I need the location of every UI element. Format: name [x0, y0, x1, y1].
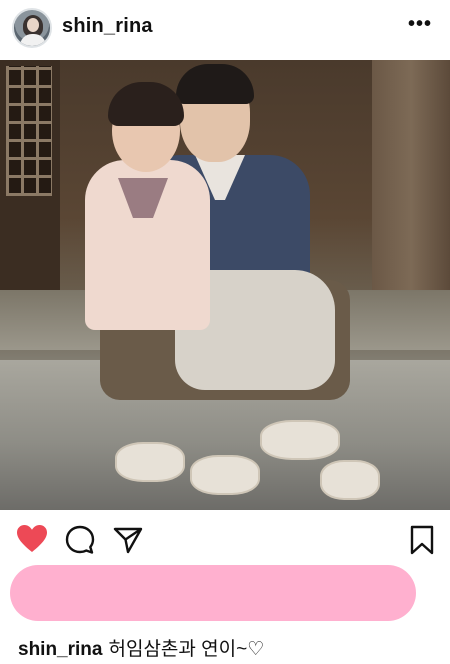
post-username[interactable]: shin_rina [62, 15, 153, 38]
caption-text: 허임삼촌과 연이~♡ [108, 639, 265, 660]
caption-username[interactable]: shin_rina [18, 639, 102, 660]
post-photo[interactable] [0, 60, 450, 510]
comment-icon[interactable] [64, 524, 96, 556]
action-bar [0, 520, 450, 560]
more-options-icon[interactable]: ••• [408, 14, 432, 34]
post-header: shin_rina ••• [0, 0, 450, 56]
share-icon[interactable] [112, 524, 144, 556]
avatar[interactable] [12, 8, 52, 48]
window-lattice [6, 66, 52, 196]
likes-redaction [10, 565, 416, 621]
heart-icon[interactable] [16, 524, 48, 554]
post-caption: shin_rina 허임삼촌과 연이~♡ [18, 634, 264, 661]
bookmark-icon[interactable] [408, 524, 436, 556]
